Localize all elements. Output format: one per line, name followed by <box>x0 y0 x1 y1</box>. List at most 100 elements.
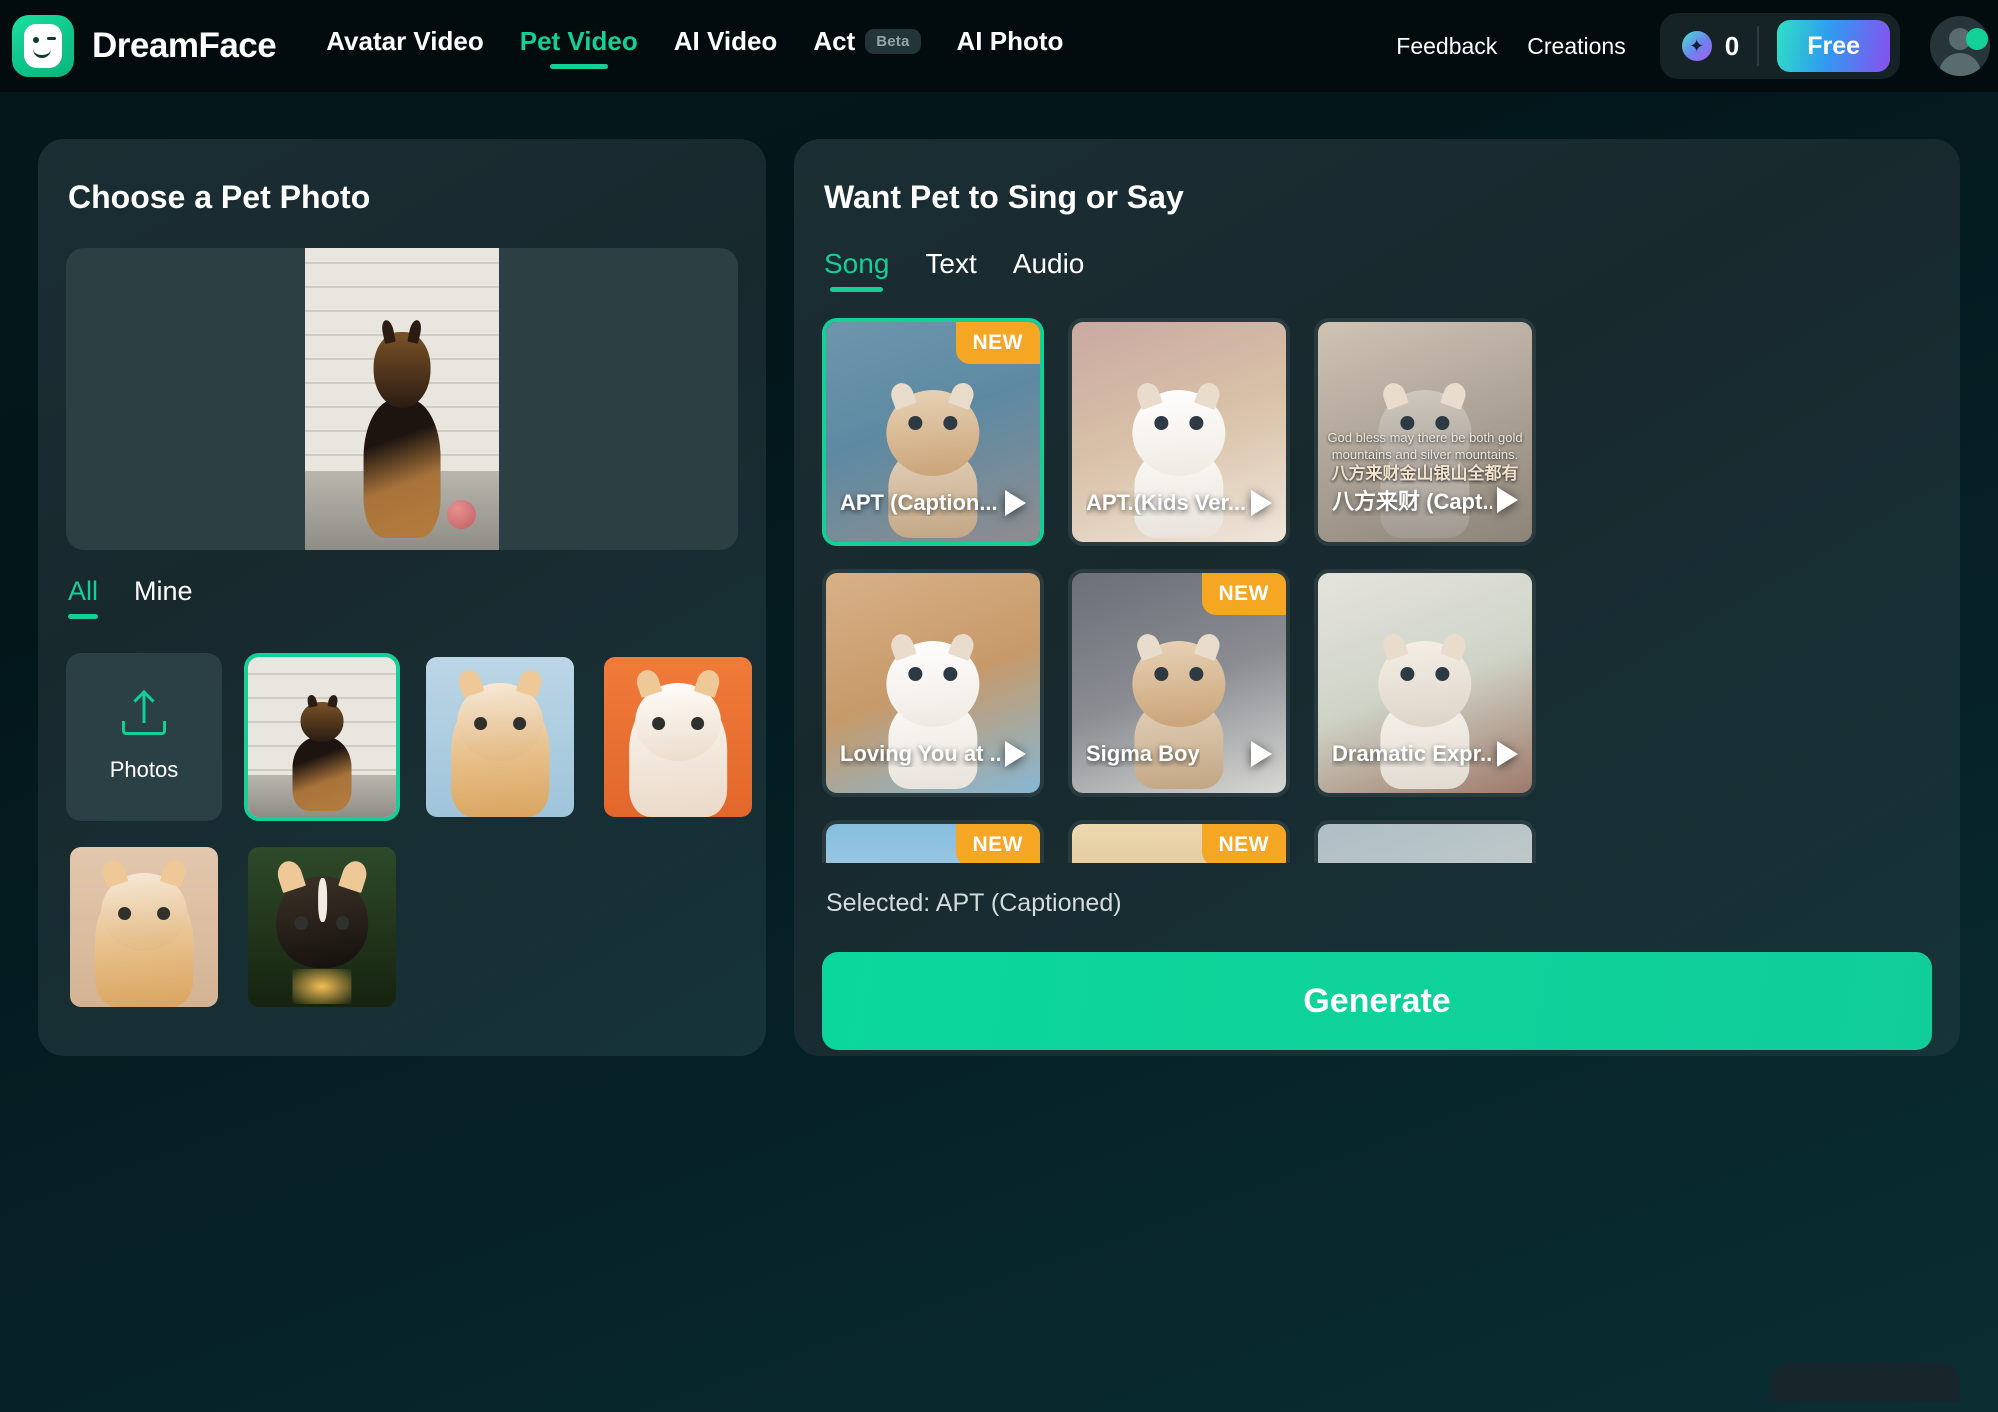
cat-eye-right <box>156 906 170 920</box>
nav-item-ai-video[interactable]: AI Video <box>674 26 778 67</box>
pet-photo-preview[interactable] <box>66 248 738 550</box>
cat-eye-left <box>652 716 666 730</box>
toy-ball <box>446 499 476 529</box>
caption-line-2: mountains and silver mountains. <box>1331 446 1519 462</box>
cat-eye-right <box>690 716 704 730</box>
tab-all[interactable]: All <box>68 576 99 619</box>
play-icon[interactable] <box>1251 490 1272 516</box>
tab-text[interactable]: Text <box>925 248 976 292</box>
tab-mine[interactable]: Mine <box>134 576 193 619</box>
card-footer: 八方来财 (Capt... <box>1318 484 1532 516</box>
tab-song[interactable]: Song <box>824 248 889 292</box>
tab-audio[interactable]: Audio <box>1013 248 1085 292</box>
play-icon[interactable] <box>1005 741 1026 767</box>
kitten-head <box>886 630 980 728</box>
kitten-eye-left <box>1154 415 1169 430</box>
nav-item-pet-video[interactable]: Pet Video <box>520 26 638 67</box>
kitten-eye-right <box>1189 666 1204 681</box>
play-icon[interactable] <box>1251 741 1272 767</box>
nav-item-avatar-video[interactable]: Avatar Video <box>326 26 484 67</box>
logo-eye-left <box>33 37 39 43</box>
kitten-ear-right <box>948 630 978 662</box>
kitten-eye-right <box>1435 415 1450 430</box>
photo-source-tabs: All Mine <box>68 576 738 619</box>
song-card-plain-kitten[interactable] <box>1314 820 1536 863</box>
song-title: Loving You at ... <box>840 741 1000 766</box>
dog-ear-left <box>1380 630 1410 662</box>
upload-tray <box>122 721 166 735</box>
free-upgrade-button[interactable]: Free <box>1777 20 1890 72</box>
new-badge: NEW <box>1201 573 1286 615</box>
cat-head <box>633 667 723 761</box>
avatar-wrap[interactable] <box>1930 16 1990 76</box>
right-panel-title: Want Pet to Sing or Say <box>824 179 1184 215</box>
kitten-ear-left <box>888 379 918 411</box>
kitten-ear-left <box>1134 630 1164 662</box>
pet-thumb-cat-orange[interactable] <box>600 653 756 821</box>
beta-badge: Beta <box>865 28 921 54</box>
play-icon[interactable] <box>1497 741 1518 767</box>
credits-group: ✦ 0 <box>1681 30 1740 62</box>
song-card-dramatic-expression[interactable]: Dramatic Expr... <box>1314 569 1536 797</box>
kitten-eye-left <box>908 666 923 681</box>
creations-link[interactable]: Creations <box>1527 33 1625 60</box>
nav-label: AI Photo <box>956 25 1064 56</box>
card-footer: Loving You at ... <box>826 741 1040 767</box>
mode-tabs: Song Text Audio <box>824 248 1932 292</box>
play-icon[interactable] <box>1497 487 1518 513</box>
card-footer: Dramatic Expr... <box>1318 741 1532 767</box>
nav-label: Act <box>813 25 856 56</box>
feedback-link[interactable]: Feedback <box>1396 33 1497 60</box>
song-title: Dramatic Expr... <box>1332 741 1492 766</box>
puppy-eye-right <box>335 916 350 930</box>
song-card-temple-chihuahua[interactable]: NEW <box>1068 820 1290 863</box>
kitten-eye-right <box>1189 415 1204 430</box>
song-grid: NEW APT (Caption... APT.(Kids Ver... God… <box>822 318 1932 863</box>
status-dot <box>1966 28 1988 50</box>
puppy-head <box>274 858 370 968</box>
generate-button[interactable]: Generate <box>822 952 1932 1050</box>
kitten-eye-left <box>1400 415 1415 430</box>
card-thumbnail <box>1318 824 1532 863</box>
dog-ear-right <box>407 319 424 344</box>
upload-photos-tile[interactable]: Photos <box>66 653 222 821</box>
logo-eye-right <box>47 37 56 40</box>
sing-or-say-panel: Want Pet to Sing or Say Song Text Audio <box>794 139 1960 1056</box>
puppy-glow <box>292 968 352 1004</box>
bottom-docked-pill[interactable] <box>1770 1362 1960 1402</box>
song-card-loving-you-at[interactable]: Loving You at ... <box>822 569 1044 797</box>
pet-thumb-cat-tan[interactable] <box>66 843 222 1011</box>
choose-pet-photo-panel: Choose a Pet Photo All Mine Photos <box>38 139 766 1056</box>
cat-eye-left <box>118 906 132 920</box>
left-panel-title: Choose a Pet Photo <box>68 179 371 215</box>
pet-thumb-cat-blue[interactable] <box>422 653 578 821</box>
song-card-harbor-cat[interactable]: NEW <box>822 820 1044 863</box>
brand-name: DreamFace <box>92 26 277 65</box>
page-content: Choose a Pet Photo All Mine Photos Want … <box>0 92 1998 1412</box>
preview-dog-shape <box>352 314 453 538</box>
header-right: Feedback Creations ✦ 0 Free <box>1396 13 1998 79</box>
pet-thumb-puppy-forest[interactable] <box>244 843 400 1011</box>
puppy-blaze <box>318 877 328 922</box>
song-card-sigma-boy[interactable]: NEW Sigma Boy <box>1068 569 1290 797</box>
song-card-bafanglaicai-captioned[interactable]: God bless may there be both gold mountai… <box>1314 318 1536 546</box>
card-footer: Sigma Boy <box>1072 741 1286 767</box>
logo-face <box>24 24 62 68</box>
dog-ear-right <box>1440 630 1470 662</box>
kitten-eye-left <box>1154 666 1169 681</box>
pet-thumb-dog-brickwall[interactable] <box>244 653 400 821</box>
nav-item-ai-photo[interactable]: AI Photo <box>957 26 1064 67</box>
kitten-eye-left <box>908 415 923 430</box>
selected-song-label: Selected: APT (Captioned) <box>826 889 1122 917</box>
logo-smile <box>33 47 51 58</box>
song-card-apt-captioned[interactable]: NEW APT (Caption... <box>822 318 1044 546</box>
dreamface-logo-icon[interactable] <box>12 15 74 77</box>
credits-count: 0 <box>1724 30 1740 61</box>
dog-ear-right <box>326 694 338 709</box>
song-card-apt-kids-version[interactable]: APT.(Kids Ver... <box>1068 318 1290 546</box>
play-icon[interactable] <box>1005 490 1026 516</box>
credits-box[interactable]: ✦ 0 Free <box>1659 13 1900 79</box>
song-list-scroll-area[interactable]: NEW APT (Caption... APT.(Kids Ver... God… <box>822 318 1932 863</box>
nav-item-act[interactable]: Act Beta <box>813 25 921 67</box>
caption-line-cn: 八方来财金山银山全都有 <box>1331 463 1519 483</box>
